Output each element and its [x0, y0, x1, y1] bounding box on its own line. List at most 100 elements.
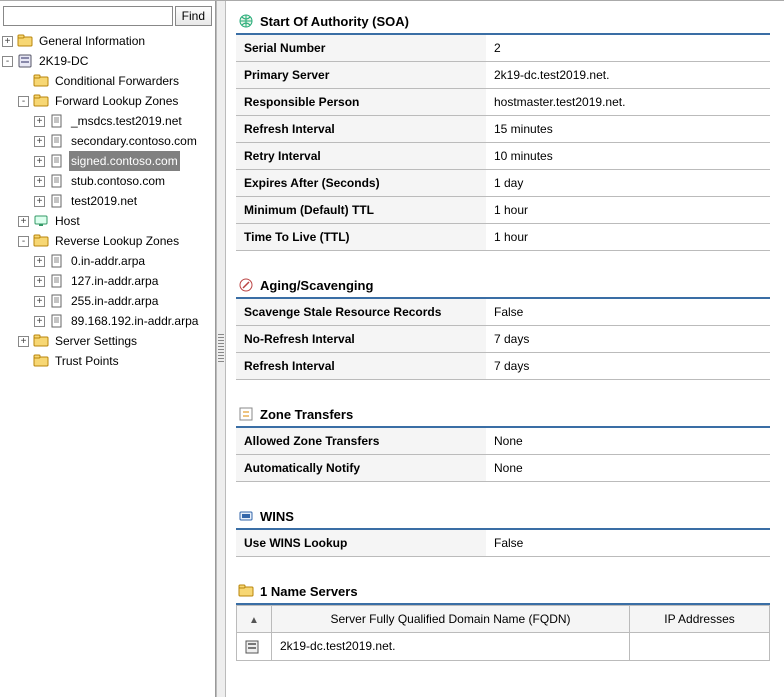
tree-node-label: signed.contoso.com	[69, 151, 180, 171]
tree-node-z3[interactable]: + signed.contoso.com	[2, 151, 213, 171]
tree-node-label: stub.contoso.com	[69, 171, 167, 191]
property-row: Scavenge Stale Resource RecordsFalse	[236, 299, 770, 326]
zone-transfers-table: Allowed Zone TransfersNoneAutomatically …	[236, 428, 770, 482]
tree-node-z5[interactable]: +test2019.net	[2, 191, 213, 211]
tree-toggle[interactable]: +	[34, 316, 45, 327]
splitter-handle-icon	[218, 334, 224, 364]
tree-node-ss[interactable]: +Server Settings	[2, 331, 213, 351]
aging-icon	[238, 277, 254, 293]
tree-toggle[interactable]: +	[34, 196, 45, 207]
folder-icon	[33, 233, 49, 249]
tree-node-r2[interactable]: +127.in-addr.arpa	[2, 271, 213, 291]
find-button[interactable]: Find	[175, 6, 212, 26]
property-key: Use WINS Lookup	[236, 530, 486, 557]
sidebar-search: Find	[2, 5, 213, 27]
tree-node-tp[interactable]: Trust Points	[2, 351, 213, 371]
tree-node-label: Reverse Lookup Zones	[53, 231, 181, 251]
tree-toggle[interactable]: +	[34, 256, 45, 267]
property-value: 7 days	[486, 326, 770, 353]
ns-col-ip[interactable]: IP Addresses	[630, 606, 770, 633]
property-row: Time To Live (TTL)1 hour	[236, 224, 770, 251]
property-key: Minimum (Default) TTL	[236, 197, 486, 224]
doc-icon	[49, 153, 65, 169]
doc-icon	[49, 133, 65, 149]
tree-node-cf[interactable]: Conditional Forwarders	[2, 71, 213, 91]
property-value: hostmaster.test2019.net.	[486, 89, 770, 116]
property-row: Refresh Interval7 days	[236, 353, 770, 380]
tree-toggle[interactable]: -	[18, 96, 29, 107]
property-row: Expires After (Seconds)1 day	[236, 170, 770, 197]
tree-toggle[interactable]: +	[34, 296, 45, 307]
section-title-aging: Aging/Scavenging	[260, 278, 373, 293]
tree-node-z2[interactable]: +secondary.contoso.com	[2, 131, 213, 151]
ns-row-icon-cell	[237, 633, 272, 661]
tree-toggle[interactable]: +	[34, 156, 45, 167]
tree-toggle[interactable]: +	[34, 176, 45, 187]
property-key: Time To Live (TTL)	[236, 224, 486, 251]
tree-toggle[interactable]: -	[2, 56, 13, 67]
search-input[interactable]	[3, 6, 173, 26]
sidebar: Find +General Information-2K19-DCConditi…	[0, 1, 216, 697]
property-value: 10 minutes	[486, 143, 770, 170]
tree-toggle[interactable]: +	[18, 336, 29, 347]
property-row: Primary Server2k19-dc.test2019.net.	[236, 62, 770, 89]
property-row: Use WINS LookupFalse	[236, 530, 770, 557]
doc-icon	[49, 313, 65, 329]
tree-toggle[interactable]: +	[2, 36, 13, 47]
ns-col-fqdn[interactable]: Server Fully Qualified Domain Name (FQDN…	[272, 606, 630, 633]
folder-icon	[33, 73, 49, 89]
property-value: None	[486, 455, 770, 482]
ns-sort-column[interactable]: ▲	[237, 606, 272, 633]
doc-icon	[49, 273, 65, 289]
name-servers-tbody: 2k19-dc.test2019.net.	[237, 633, 770, 661]
globe-icon	[238, 13, 254, 29]
section-title-ns: 1 Name Servers	[260, 584, 358, 599]
tree-toggle[interactable]: +	[34, 276, 45, 287]
tree-node-label: Host	[53, 211, 82, 231]
tree-toggle[interactable]: -	[18, 236, 29, 247]
tree-toggle[interactable]: +	[18, 216, 29, 227]
tree-node-r3[interactable]: +255.in-addr.arpa	[2, 291, 213, 311]
server-icon	[17, 53, 33, 69]
property-key: Responsible Person	[236, 89, 486, 116]
tree-node-flz[interactable]: -Forward Lookup Zones	[2, 91, 213, 111]
doc-icon	[49, 293, 65, 309]
section-header-aging: Aging/Scavenging	[236, 271, 770, 299]
property-key: Allowed Zone Transfers	[236, 428, 486, 455]
property-key: Primary Server	[236, 62, 486, 89]
section-header-soa: Start Of Authority (SOA)	[236, 7, 770, 35]
section-title-wins: WINS	[260, 509, 294, 524]
property-row: Allowed Zone TransfersNone	[236, 428, 770, 455]
property-row: No-Refresh Interval7 days	[236, 326, 770, 353]
section-header-ns: 1 Name Servers	[236, 577, 770, 605]
property-value: 1 hour	[486, 197, 770, 224]
splitter[interactable]	[216, 1, 226, 697]
property-value: 15 minutes	[486, 116, 770, 143]
tree-node-z4[interactable]: + stub.contoso.com	[2, 171, 213, 191]
property-value: False	[486, 530, 770, 557]
app-root: Find +General Information-2K19-DCConditi…	[0, 0, 784, 697]
name-server-row[interactable]: 2k19-dc.test2019.net.	[237, 633, 770, 661]
property-key: No-Refresh Interval	[236, 326, 486, 353]
tree-node-label: 89.168.192.in-addr.arpa	[69, 311, 200, 331]
section-wins: WINS Use WINS LookupFalse	[236, 502, 770, 557]
tree-toggle[interactable]: +	[34, 136, 45, 147]
folder-icon	[33, 353, 49, 369]
tree-node-rlz[interactable]: - Reverse Lookup Zones	[2, 231, 213, 251]
sort-asc-icon: ▲	[249, 615, 259, 626]
tree-node-r4[interactable]: +89.168.192.in-addr.arpa	[2, 311, 213, 331]
section-header-zt: Zone Transfers	[236, 400, 770, 428]
tree-node-z1[interactable]: +_msdcs.test2019.net	[2, 111, 213, 131]
doc-icon	[49, 113, 65, 129]
tree-node-srv[interactable]: -2K19-DC	[2, 51, 213, 71]
tree-node-hst[interactable]: + Host	[2, 211, 213, 231]
tree-toggle[interactable]: +	[34, 116, 45, 127]
tree-node-gi[interactable]: +General Information	[2, 31, 213, 51]
ns-ip	[630, 633, 770, 661]
property-row: Automatically NotifyNone	[236, 455, 770, 482]
section-aging: Aging/Scavenging Scavenge Stale Resource…	[236, 271, 770, 380]
tree-node-r1[interactable]: +0.in-addr.arpa	[2, 251, 213, 271]
section-soa: Start Of Authority (SOA) Serial Number2P…	[236, 7, 770, 251]
tree-node-label: 255.in-addr.arpa	[69, 291, 160, 311]
property-key: Expires After (Seconds)	[236, 170, 486, 197]
